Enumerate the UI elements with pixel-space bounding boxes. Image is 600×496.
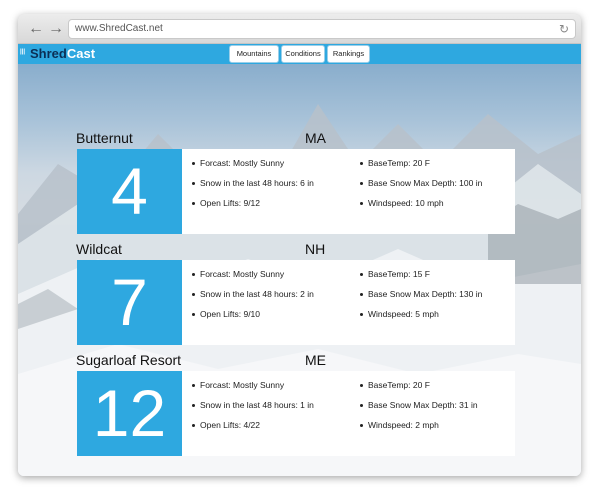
open-lifts-item: Open Lifts: 9/12 [190,193,314,213]
forward-arrow-icon[interactable]: → [48,21,64,37]
resort-info-panel: Forcast: Mostly Sunny Snow in the last 4… [182,260,515,345]
browser-window: ← → www.ShredCast.net ↻ ||| ShredCast Mou… [18,14,581,476]
open-lifts-item: Open Lifts: 9/10 [190,304,314,324]
resort-state: MA [305,130,326,146]
page-viewport: ||| ShredCast Mountains Conditions Rankin… [18,44,581,476]
resort-info-panel: Forcast: Mostly Sunny Snow in the last 4… [182,149,515,234]
nav-conditions-button[interactable]: Conditions [281,45,325,63]
conditions-list-right: BaseTemp: 20 F Base Snow Max Depth: 100 … [358,153,482,213]
resort-info-panel: Forcast: Mostly Sunny Snow in the last 4… [182,371,515,456]
url-text: www.ShredCast.net [75,23,163,34]
forecast-item: Forcast: Mostly Sunny [190,153,314,173]
base-temp-item: BaseTemp: 20 F [358,153,482,173]
address-bar[interactable]: www.ShredCast.net ↻ [68,19,576,39]
logo-shred-text: Shred [30,46,67,61]
back-arrow-icon[interactable]: ← [28,21,44,37]
resort-card: Sugarloaf Resort ME 12 Forcast: Mostly S… [75,352,515,456]
base-temp-item: BaseTemp: 15 F [358,264,482,284]
resort-score: 7 [77,260,182,345]
browser-toolbar: ← → www.ShredCast.net ↻ [18,14,581,44]
resort-name[interactable]: Sugarloaf Resort [76,352,181,369]
logo-cast-text: Cast [66,46,96,61]
windspeed-item: Windspeed: 2 mph [358,415,478,435]
windspeed-item: Windspeed: 5 mph [358,304,482,324]
site-logo[interactable]: ||| ShredCast [20,46,95,62]
snow-48h-item: Snow in the last 48 hours: 6 in [190,173,314,193]
conditions-list-right: BaseTemp: 20 F Base Snow Max Depth: 31 i… [358,375,478,435]
base-temp-item: BaseTemp: 20 F [358,375,478,395]
conditions-list-right: BaseTemp: 15 F Base Snow Max Depth: 130 … [358,264,482,324]
reload-icon[interactable]: ↻ [559,21,569,37]
base-depth-item: Base Snow Max Depth: 130 in [358,284,482,304]
nav-mountains-button[interactable]: Mountains [229,45,279,63]
forecast-item: Forcast: Mostly Sunny [190,264,314,284]
resort-card: Wildcat NH 7 Forcast: Mostly Sunny Snow … [75,241,515,345]
site-header: ||| ShredCast Mountains Conditions Rankin… [18,44,581,64]
resort-score: 4 [77,149,182,234]
open-lifts-item: Open Lifts: 4/22 [190,415,314,435]
resort-score: 12 [77,371,182,456]
conditions-list-left: Forcast: Mostly Sunny Snow in the last 4… [190,153,314,213]
snow-48h-item: Snow in the last 48 hours: 2 in [190,284,314,304]
logo-mark: ||| [20,49,26,55]
resort-state: ME [305,352,326,368]
snow-48h-item: Snow in the last 48 hours: 1 in [190,395,314,415]
conditions-list-left: Forcast: Mostly Sunny Snow in the last 4… [190,375,314,435]
conditions-list-left: Forcast: Mostly Sunny Snow in the last 4… [190,264,314,324]
resort-name[interactable]: Wildcat [76,241,122,258]
windspeed-item: Windspeed: 10 mph [358,193,482,213]
resort-name[interactable]: Butternut [76,130,133,147]
base-depth-item: Base Snow Max Depth: 100 in [358,173,482,193]
forecast-item: Forcast: Mostly Sunny [190,375,314,395]
base-depth-item: Base Snow Max Depth: 31 in [358,395,478,415]
nav-rankings-button[interactable]: Rankings [327,45,370,63]
resort-state: NH [305,241,326,257]
resort-card: Butternut MA 4 Forcast: Mostly Sunny Sno… [75,130,515,234]
